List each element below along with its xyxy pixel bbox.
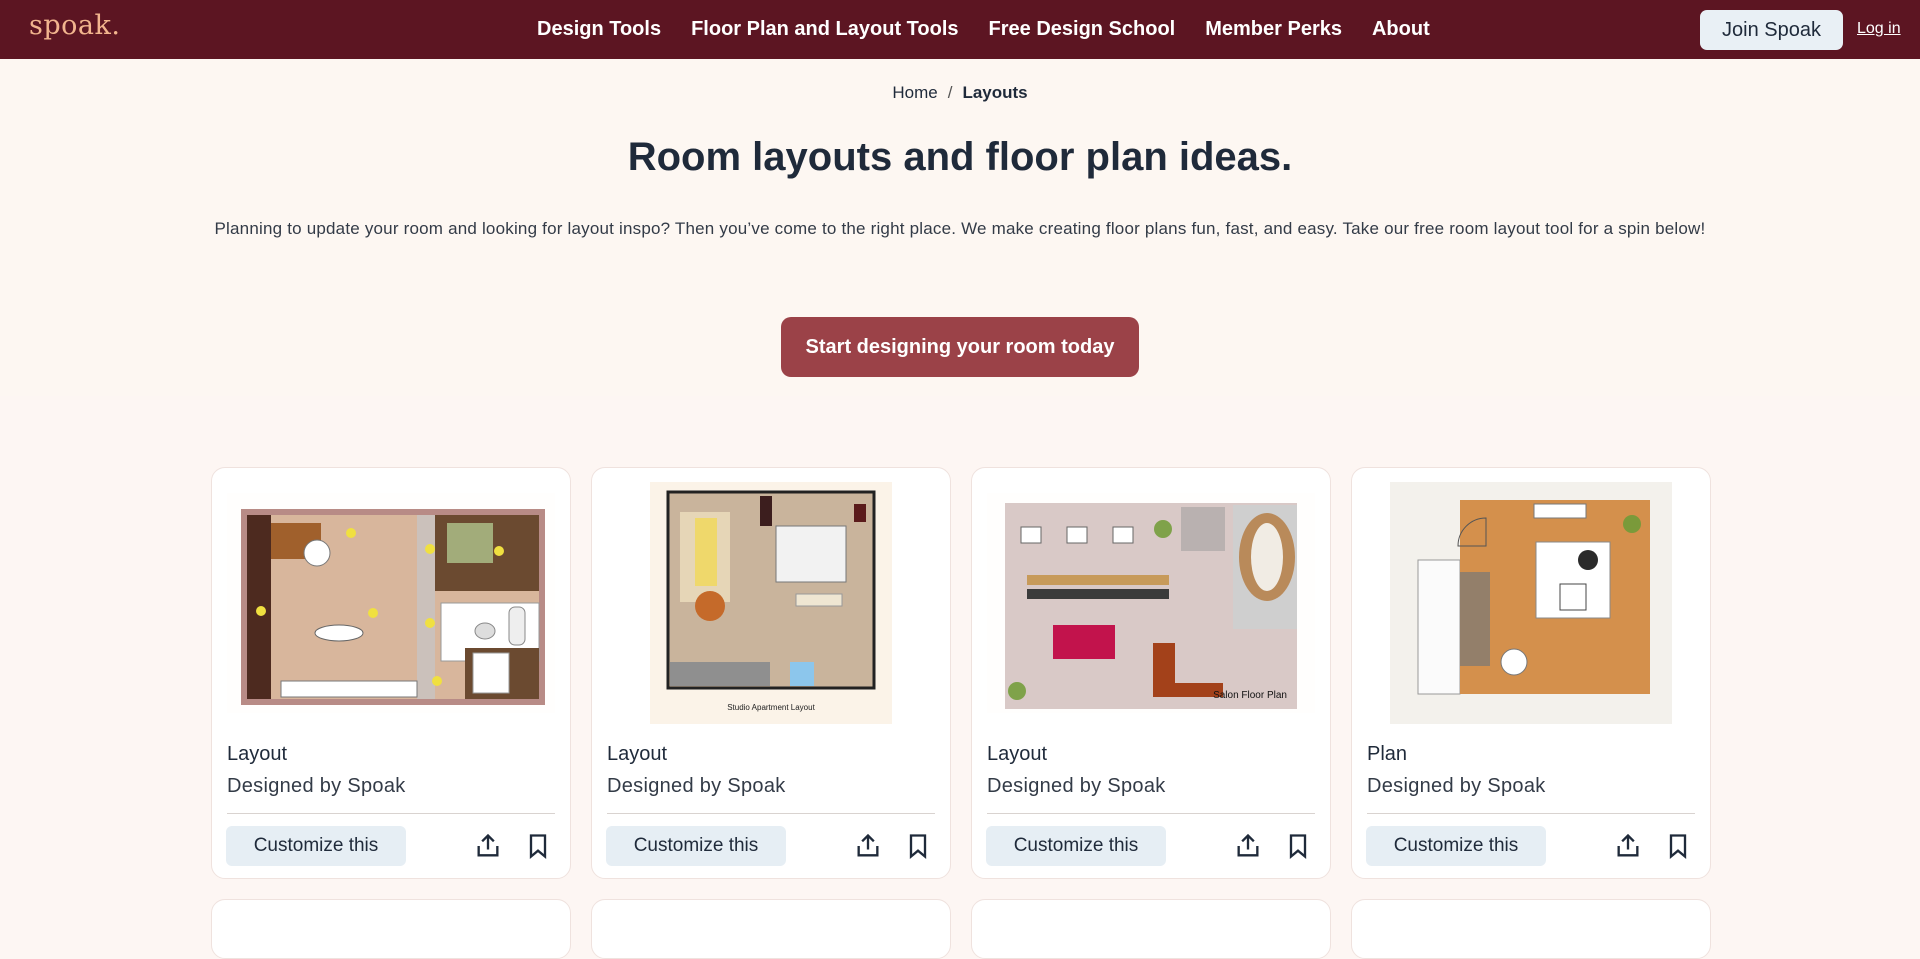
bookmark-icon[interactable] <box>1284 832 1312 860</box>
breadcrumb-current: Layouts <box>962 83 1028 102</box>
card-designer: Designed by Spoak <box>1367 775 1546 797</box>
layout-card-partial[interactable] <box>1351 899 1711 959</box>
share-icon[interactable] <box>1614 832 1642 860</box>
join-spoak-button[interactable]: Join Spoak <box>1700 10 1843 50</box>
floor-plan-image-1 <box>227 493 555 713</box>
card-designer: Designed by Spoak <box>607 775 786 797</box>
share-icon[interactable] <box>854 832 882 860</box>
main-nav: Design Tools Floor Plan and Layout Tools… <box>537 0 1430 59</box>
intro-text: Planning to update your room and looking… <box>214 219 1706 238</box>
nav-design-tools[interactable]: Design Tools <box>537 18 661 41</box>
floor-plan-image-3: Salon Floor Plan <box>987 493 1315 713</box>
bookmark-icon[interactable] <box>1664 832 1692 860</box>
start-designing-button[interactable]: Start designing your room today <box>781 317 1139 377</box>
layout-card-grid: Layout Designed by Spoak Customize this <box>0 396 1920 959</box>
layout-card[interactable]: Salon Floor Plan Layout Designed by Spoa… <box>971 467 1331 879</box>
card-title: Layout <box>227 743 288 765</box>
layout-thumbnail[interactable]: Salon Floor Plan <box>986 482 1316 724</box>
thumbnail-caption: Studio Apartment Layout <box>727 703 815 712</box>
card-designer: Designed by Spoak <box>987 775 1166 797</box>
share-icon[interactable] <box>1234 832 1262 860</box>
customize-button[interactable]: Customize this <box>226 826 406 866</box>
layout-card-partial[interactable] <box>971 899 1331 959</box>
nav-member-perks[interactable]: Member Perks <box>1205 18 1342 41</box>
share-icon[interactable] <box>474 832 502 860</box>
bookmark-icon[interactable] <box>904 832 932 860</box>
thumbnail-caption: Salon Floor Plan <box>1213 690 1287 701</box>
layout-thumbnail[interactable] <box>226 482 556 724</box>
layout-thumbnail[interactable] <box>1366 482 1696 724</box>
customize-button[interactable]: Customize this <box>1366 826 1546 866</box>
card-title: Layout <box>987 743 1048 765</box>
card-divider <box>987 813 1315 814</box>
card-divider <box>1367 813 1695 814</box>
card-title: Layout <box>607 743 668 765</box>
layout-card[interactable]: Layout Designed by Spoak Customize this <box>211 467 571 879</box>
card-title: Plan <box>1367 743 1408 765</box>
layout-thumbnail[interactable]: Studio Apartment Layout <box>606 482 936 724</box>
bookmark-icon[interactable] <box>524 832 552 860</box>
breadcrumb: Home / Layouts <box>0 83 1920 103</box>
login-link[interactable]: Log in <box>1857 20 1901 38</box>
card-divider <box>227 813 555 814</box>
card-divider <box>607 813 935 814</box>
breadcrumb-home[interactable]: Home <box>892 83 937 102</box>
layout-card-partial[interactable] <box>211 899 571 959</box>
customize-button[interactable]: Customize this <box>986 826 1166 866</box>
floor-plan-image-4 <box>1390 482 1672 724</box>
breadcrumb-separator: / <box>947 83 953 102</box>
nav-about[interactable]: About <box>1372 18 1430 41</box>
floor-plan-image-2: Studio Apartment Layout <box>650 482 892 724</box>
hero-section: Home / Layouts Room layouts and floor plan… <box>0 59 1920 396</box>
layout-card[interactable]: Plan Designed by Spoak Customize this <box>1351 467 1711 879</box>
page-title: Room layouts and floor plan ideas. <box>627 135 1293 179</box>
nav-free-design-school[interactable]: Free Design School <box>989 18 1176 41</box>
spoak-logo[interactable]: spoak. <box>29 10 120 41</box>
customize-button[interactable]: Customize this <box>606 826 786 866</box>
layout-card-partial[interactable] <box>591 899 951 959</box>
card-designer: Designed by Spoak <box>227 775 406 797</box>
top-navigation-bar: spoak. Design Tools Floor Plan and Layou… <box>0 0 1920 59</box>
layout-card[interactable]: Studio Apartment Layout Layout Designed … <box>591 467 951 879</box>
nav-floor-plan-tools[interactable]: Floor Plan and Layout Tools <box>691 18 958 41</box>
